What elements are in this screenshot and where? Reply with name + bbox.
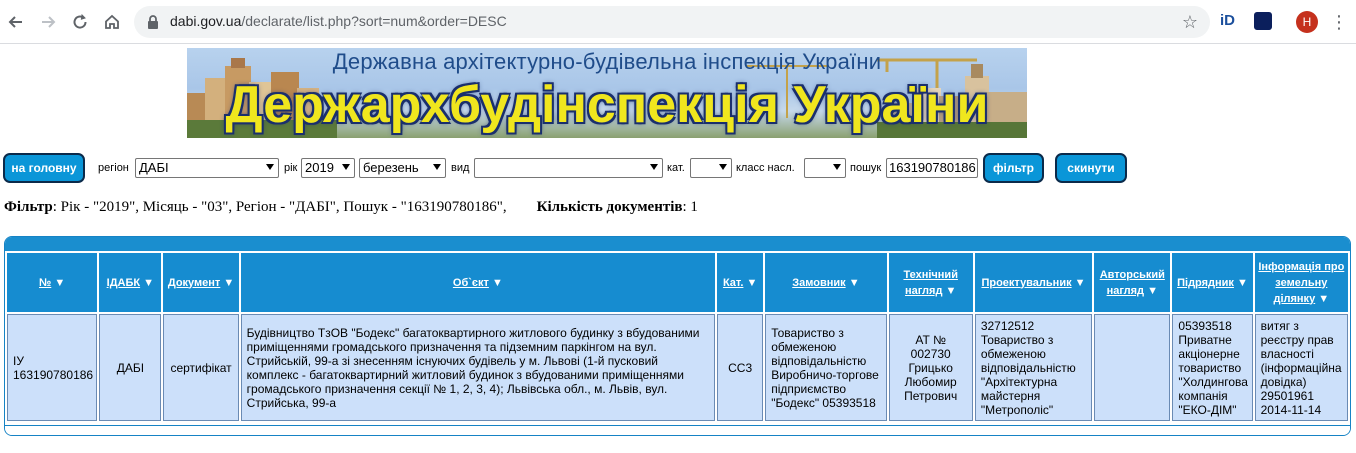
sort-desc-icon[interactable]: ▼ — [143, 277, 154, 289]
col-header-designer[interactable]: Проектувальник ▼ — [974, 253, 1093, 312]
cell-number: ІУ 163190780186 — [7, 314, 98, 421]
address-bar[interactable]: dabi.gov.ua/declarate/list.php?sort=num&… — [134, 6, 1210, 38]
category-select[interactable] — [690, 158, 732, 178]
reload-icon[interactable] — [67, 9, 93, 35]
cell-tech-supervision: АТ № 002730 Грицько Любомир Петрович — [888, 314, 973, 421]
url-text: dabi.gov.ua/declarate/list.php?sort=num&… — [170, 13, 507, 29]
forward-icon[interactable] — [35, 9, 61, 35]
region-select[interactable]: ДАБІ — [135, 158, 279, 178]
sort-desc-icon[interactable]: ▼ — [946, 285, 957, 297]
home-icon[interactable] — [99, 9, 125, 35]
sort-desc-icon[interactable]: ▼ — [746, 277, 757, 289]
chevron-down-icon — [433, 164, 441, 170]
category-label: кат. — [667, 162, 685, 174]
cell-author-supervision — [1094, 314, 1171, 421]
col-header-customer[interactable]: Замовник ▼ — [765, 253, 887, 312]
filter-summary-label: Фільтр — [4, 199, 53, 215]
col-header-category[interactable]: Кат. ▼ — [717, 253, 764, 312]
cell-category: СС3 — [717, 314, 764, 421]
col-header-tech-supervision[interactable]: Технічний нагляд ▼ — [888, 253, 973, 312]
cell-idabk: ДАБІ — [99, 314, 162, 421]
col-header-document[interactable]: Документ ▼ — [163, 253, 239, 312]
table-bottom-bar — [5, 425, 1350, 435]
reset-button[interactable]: скинути — [1055, 153, 1127, 183]
sort-desc-icon[interactable]: ▼ — [1237, 277, 1248, 289]
cell-land-info: витяг з реєстру прав власності (інформац… — [1254, 314, 1348, 421]
lock-icon — [148, 15, 158, 29]
class-select[interactable] — [804, 158, 846, 178]
document-count-label: Кількість документів — [536, 199, 683, 215]
extension-id-icon[interactable]: iD — [1220, 12, 1240, 32]
col-header-author-supervision[interactable]: Авторський нагляд ▼ — [1094, 253, 1171, 312]
sort-desc-icon[interactable]: ▼ — [849, 277, 860, 289]
back-icon[interactable] — [3, 9, 29, 35]
year-label: рік — [284, 162, 298, 174]
sort-desc-icon[interactable]: ▼ — [223, 277, 234, 289]
col-header-land-info[interactable]: Інформація про земельну ділянку ▼ — [1254, 253, 1348, 312]
results-table-frame: № ▼ ІДАБК ▼ Документ ▼ Об`єкт ▼ Кат. ▼ З… — [4, 236, 1351, 436]
cell-designer: 32712512 Товариство з обмеженою відповід… — [974, 314, 1093, 421]
chevron-down-icon — [719, 164, 727, 170]
type-select[interactable] — [474, 158, 663, 178]
results-table: № ▼ ІДАБК ▼ Документ ▼ Об`єкт ▼ Кат. ▼ З… — [5, 251, 1350, 423]
col-header-number[interactable]: № ▼ — [7, 253, 98, 312]
col-header-idabk[interactable]: ІДАБК ▼ — [99, 253, 162, 312]
filter-summary-text: : Рік - "2019", Місяць - "03", Регіон - … — [52, 199, 507, 215]
sort-desc-icon[interactable]: ▼ — [1147, 285, 1158, 297]
profile-avatar[interactable]: Н — [1296, 11, 1318, 33]
filter-button[interactable]: фільтр — [983, 153, 1044, 183]
chevron-down-icon — [650, 164, 658, 170]
sort-desc-icon[interactable]: ▼ — [492, 277, 503, 289]
type-label: вид — [451, 162, 470, 174]
banner-subtitle: Державна архітектурно-будівельна інспекц… — [332, 49, 882, 74]
cell-contractor: 05393518 Приватне акціонерне товариство … — [1172, 314, 1253, 421]
bookmark-star-icon[interactable]: ☆ — [1182, 12, 1198, 33]
year-select[interactable]: 2019 — [301, 158, 355, 178]
banner-title: Держархбудінспекція України — [225, 76, 989, 134]
sort-desc-icon[interactable]: ▼ — [1075, 277, 1086, 289]
sort-desc-icon[interactable]: ▼ — [1318, 293, 1329, 305]
browser-toolbar: dabi.gov.ua/declarate/list.php?sort=num&… — [0, 0, 1356, 44]
table-top-bar — [5, 237, 1350, 251]
cell-object: Будівництво ТзОВ "Бодекс" багатоквартирн… — [240, 314, 716, 421]
month-select[interactable]: березень — [359, 158, 446, 178]
region-label: регіон — [98, 162, 129, 174]
sort-desc-icon[interactable]: ▼ — [54, 277, 65, 289]
site-banner: Державна архітектурно-будівельна інспекц… — [187, 48, 1027, 138]
table-row: ІУ 163190780186 ДАБІ сертифікат Будівниц… — [7, 314, 1348, 421]
menu-dots-icon[interactable]: ⋮ — [1330, 10, 1348, 34]
document-count-value: : 1 — [682, 199, 698, 215]
home-button[interactable]: на головну — [3, 153, 85, 183]
class-label: класс насл. — [736, 162, 795, 174]
chevron-down-icon — [342, 164, 350, 170]
cell-document: сертифікат — [163, 314, 239, 421]
cell-customer: Товариство з обмеженою відповідальністю … — [765, 314, 887, 421]
search-label: пошук — [850, 162, 882, 174]
search-input[interactable]: 163190780186 — [886, 158, 978, 178]
col-header-object[interactable]: Об`єкт ▼ — [240, 253, 716, 312]
col-header-contractor[interactable]: Підрядник ▼ — [1172, 253, 1253, 312]
extension-icon[interactable] — [1254, 12, 1272, 30]
chevron-down-icon — [833, 164, 841, 170]
chevron-down-icon — [266, 164, 274, 170]
table-header-row: № ▼ ІДАБК ▼ Документ ▼ Об`єкт ▼ Кат. ▼ З… — [7, 253, 1348, 312]
filter-summary: Фільтр: Рік - "2019", Місяць - "03", Рег… — [4, 199, 698, 216]
